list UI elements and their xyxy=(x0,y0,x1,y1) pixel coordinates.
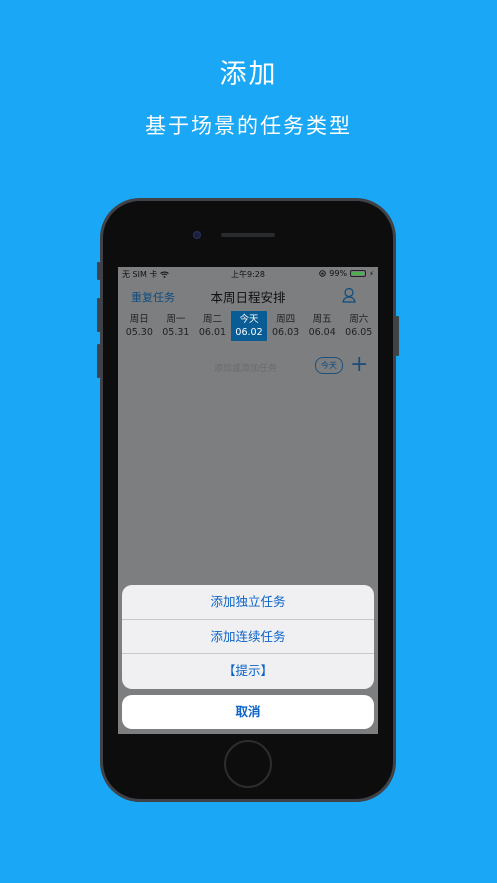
day-weekday: 周日 xyxy=(129,314,149,325)
day-cell[interactable]: 周六 06.05 xyxy=(340,311,377,341)
charging-icon: ⚡ xyxy=(369,269,374,278)
home-button[interactable] xyxy=(224,740,272,788)
day-date: 06.02 xyxy=(235,327,263,338)
add-task-hint: 添加或添加任务 xyxy=(214,364,278,374)
orientation-lock-icon xyxy=(319,270,327,277)
volume-down-button xyxy=(97,344,100,378)
hero-title: 添加 xyxy=(219,59,278,90)
add-task-plus-icon[interactable]: + xyxy=(350,354,368,376)
cancel-button[interactable]: 取消 xyxy=(122,695,374,729)
day-cell[interactable]: 周一 05.31 xyxy=(158,311,195,341)
day-date: 05.30 xyxy=(125,327,153,338)
day-cell[interactable]: 周四 06.03 xyxy=(267,311,304,341)
add-standalone-task-option[interactable]: 添加独立任务 xyxy=(122,585,374,620)
day-date: 06.03 xyxy=(272,327,300,338)
today-button[interactable]: 今天 xyxy=(315,357,343,374)
battery-percent: 99% xyxy=(329,269,348,278)
day-weekday: 周二 xyxy=(202,314,222,325)
day-weekday: 周六 xyxy=(349,314,369,325)
nav-bar: 重复任务 本周日程安排 xyxy=(118,281,378,309)
day-date: 05.31 xyxy=(162,327,190,338)
front-camera xyxy=(193,231,201,239)
power-button xyxy=(396,316,399,356)
hero-subtitle: 基于场景的任务类型 xyxy=(145,114,352,138)
action-sheet: 添加独立任务 添加连续任务 【提示】 xyxy=(122,585,374,689)
status-bar: 无 SIM 卡 上午9:28 99% ⚡ xyxy=(118,267,378,281)
add-continuous-task-option[interactable]: 添加连续任务 xyxy=(122,620,374,655)
day-cell[interactable]: 今天 06.02 xyxy=(230,311,268,341)
mute-switch xyxy=(97,262,100,280)
phone-screen: 无 SIM 卡 上午9:28 99% ⚡ 重复任务 本周日程安排 周日 05.30… xyxy=(118,267,378,734)
day-weekday: 今天 xyxy=(239,314,259,325)
day-weekday: 周五 xyxy=(312,314,332,325)
week-strip: 周日 05.30 周一 05.31 周二 06.01 今天 06.02 周四 06.03 周五 06.… xyxy=(121,311,377,341)
day-cell[interactable]: 周五 06.04 xyxy=(304,311,341,341)
battery-icon xyxy=(350,270,367,277)
status-right: 99% ⚡ xyxy=(319,269,374,278)
day-weekday: 周一 xyxy=(166,314,186,325)
day-cell[interactable]: 周日 05.30 xyxy=(121,311,158,341)
day-cell[interactable]: 周二 06.01 xyxy=(194,311,231,341)
tips-option[interactable]: 【提示】 xyxy=(122,654,374,689)
page-title: 本周日程安排 xyxy=(210,290,286,305)
day-date: 06.04 xyxy=(308,327,336,338)
earpiece-speaker xyxy=(221,233,275,237)
volume-up-button xyxy=(97,298,100,332)
add-row: 添加或添加任务 今天 + xyxy=(118,354,378,377)
day-date: 06.05 xyxy=(345,327,373,338)
day-weekday: 周四 xyxy=(276,314,296,325)
day-date: 06.01 xyxy=(198,327,227,338)
user-icon[interactable] xyxy=(342,287,356,303)
